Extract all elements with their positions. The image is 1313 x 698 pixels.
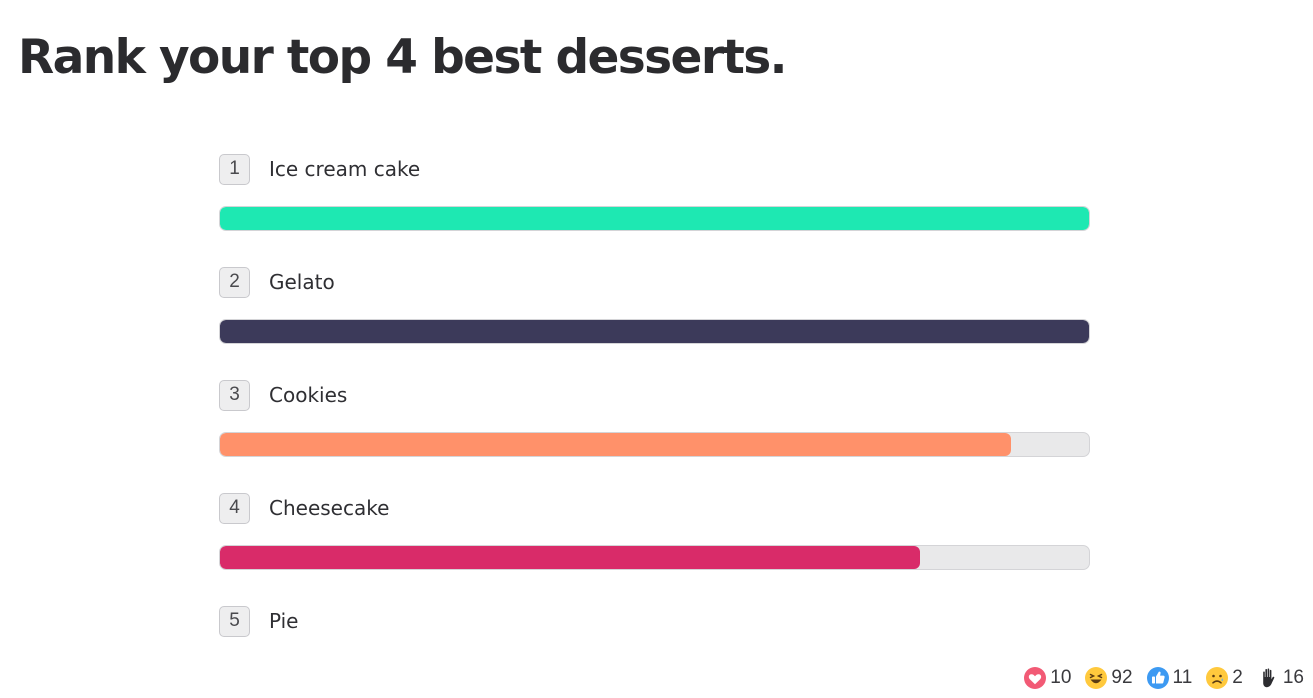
reaction-count: 92 <box>1111 667 1133 688</box>
rank-label: Gelato <box>269 270 335 294</box>
reaction-thumbs-up[interactable]: 11 <box>1146 666 1193 690</box>
ranking-item: 1 Ice cream cake <box>219 152 1091 242</box>
reaction-raised-hand[interactable]: 16 <box>1256 666 1304 690</box>
result-bar <box>219 432 1090 457</box>
rank-label: Ice cream cake <box>269 157 421 181</box>
reaction-count: 11 <box>1172 667 1193 688</box>
reaction-count: 16 <box>1282 667 1304 688</box>
rank-label: Cookies <box>269 383 348 407</box>
question-title: Rank your top 4 best desserts. <box>18 30 788 85</box>
raised-hand-icon <box>1263 668 1275 688</box>
sad-face-icon <box>1206 667 1229 689</box>
result-bar <box>219 319 1090 344</box>
ranking-item: 5 Pie <box>219 604 1091 638</box>
rank-label: Pie <box>269 609 299 633</box>
result-bar-fill <box>220 433 1011 456</box>
result-bar-fill <box>220 207 1089 230</box>
ranking-item: 3 Cookies <box>219 378 1091 468</box>
reactions-bar: 10 92 11 2 16 <box>1023 664 1304 692</box>
rank-number: 1 <box>219 153 250 185</box>
rank-number: 2 <box>219 266 250 298</box>
heart-icon <box>1024 667 1047 689</box>
thumbs-up-icon <box>1146 667 1169 689</box>
rank-number: 5 <box>219 605 250 637</box>
ranking-item: 2 Gelato <box>219 265 1091 355</box>
rank-label: Cheesecake <box>269 496 390 520</box>
laugh-icon <box>1085 667 1108 689</box>
result-bar-fill <box>220 320 1089 343</box>
ranking-results: 1 Ice cream cake 2 Gelato 3 Cookies 4 Ch… <box>219 152 1091 638</box>
result-bar <box>219 206 1090 231</box>
result-bar <box>219 545 1090 570</box>
reaction-heart[interactable]: 10 <box>1023 666 1071 690</box>
reaction-count: 10 <box>1050 667 1072 688</box>
reaction-sad[interactable]: 2 <box>1205 666 1243 690</box>
reaction-laugh[interactable]: 92 <box>1084 666 1133 690</box>
reaction-count: 2 <box>1232 667 1243 688</box>
ranking-item: 4 Cheesecake <box>219 491 1091 581</box>
rank-number: 3 <box>219 379 250 411</box>
rank-number: 4 <box>219 492 250 524</box>
result-bar-fill <box>220 546 920 569</box>
